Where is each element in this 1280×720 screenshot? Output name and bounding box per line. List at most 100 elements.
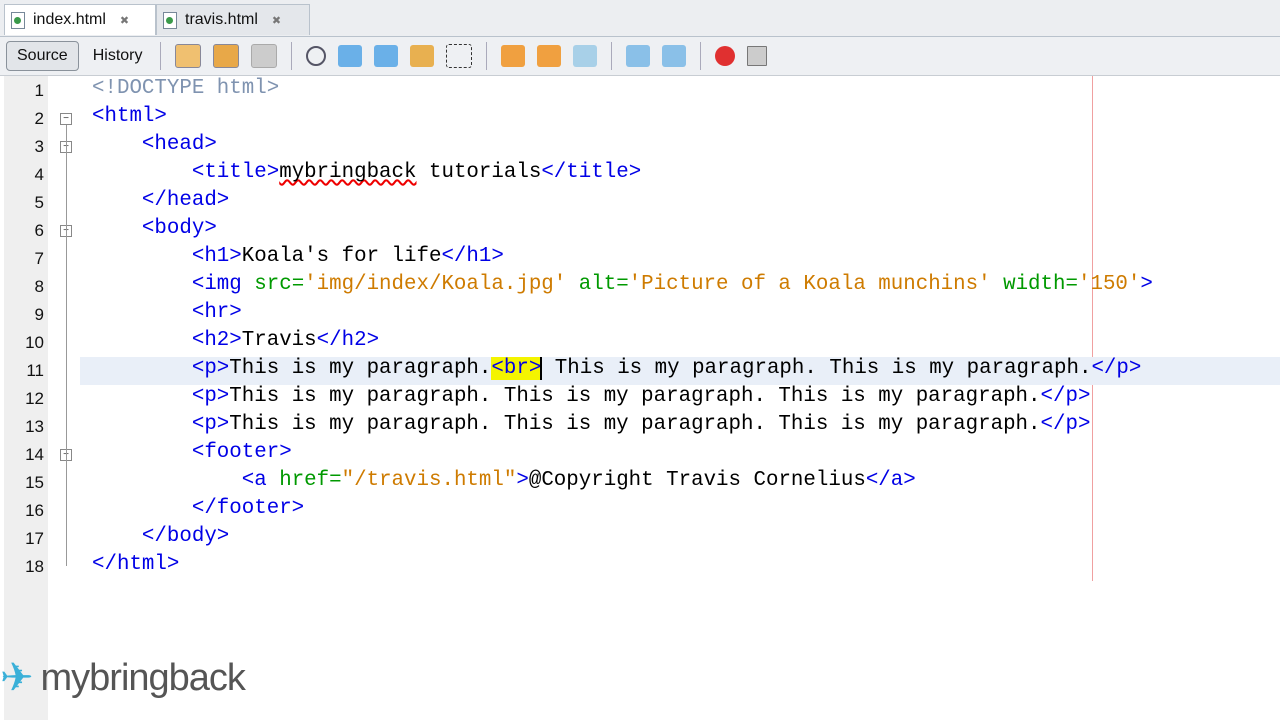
code-token: <h1> [191,245,242,268]
find-icon[interactable] [306,46,327,66]
mybringback-logo: ✈ mybringback [0,656,246,700]
forward-icon[interactable] [251,44,278,68]
tab-label: travis.html [185,11,258,28]
html-file-icon [163,11,177,29]
code-token: <img [191,273,255,296]
code-line[interactable]: <!DOCTYPE html> [80,77,1280,105]
code-line[interactable]: <body> [80,217,1280,245]
tab-travis-html[interactable]: travis.html ✖ [156,4,310,35]
code-token: </body> [141,525,230,548]
code-line[interactable]: </footer> [80,497,1280,525]
code-line[interactable]: </body> [80,525,1280,553]
code-line[interactable]: <html> [80,105,1280,133]
stop-macro-icon[interactable] [747,46,768,66]
code-line[interactable]: <a href="/travis.html">@Copyright Travis… [80,469,1280,497]
code-line[interactable]: <h2>Travis</h2> [80,329,1280,357]
code-line[interactable]: <head> [80,133,1280,161]
line-number: 14 [25,445,44,464]
code-token: '150' [1077,273,1141,296]
code-token: href= [279,469,342,492]
code-line[interactable]: <p>This is my paragraph. This is my para… [80,385,1280,413]
code-token: </p> [1040,413,1091,436]
history-button[interactable]: History [83,42,153,70]
last-edit-icon[interactable] [175,44,202,68]
bird-logo-icon: ✈ [0,656,34,700]
code-line[interactable]: </html> [80,553,1280,581]
html-file-icon [11,11,25,29]
code-token: width= [1003,273,1078,296]
code-token: <p> [191,385,230,408]
separator [291,42,293,70]
code-token: Travis [241,329,317,352]
line-number: 16 [25,501,44,520]
code-token: <html> [92,105,167,128]
code-line[interactable]: <h1>Koala's for life</h1> [80,245,1280,273]
line-number: 3 [34,137,44,156]
code-token: </h2> [316,329,380,352]
code-token: src= [254,273,305,296]
code-token: This is my paragraph. This is my paragra… [542,357,1092,380]
code-token: alt= [578,273,629,296]
record-macro-icon[interactable] [715,46,736,66]
line-number: 6 [34,221,44,240]
back-icon[interactable] [213,44,240,68]
rectangular-selection-icon[interactable] [446,44,473,68]
code-line[interactable]: <p>This is my paragraph. This is my para… [80,413,1280,441]
fold-toggle-icon[interactable]: − [60,113,72,125]
code-token: This is my paragraph. This is my paragra… [229,385,1041,408]
fold-guide [66,153,67,202]
previous-bookmark-icon[interactable] [501,45,526,67]
code-token: <a [241,469,280,492]
next-bookmark-icon[interactable] [537,45,562,67]
code-token: </head> [141,189,230,212]
code-token: <body> [141,217,217,240]
code-token: </html> [92,553,180,576]
line-number: 4 [34,165,44,184]
code-line[interactable]: <hr> [80,301,1280,329]
code-token: <title> [191,161,280,184]
code-token: @Copyright Travis Cornelius [528,469,866,492]
close-icon[interactable]: ✖ [120,14,129,27]
code-token: <p> [191,357,230,380]
line-number: 7 [34,249,44,268]
code-token: </h1> [441,245,504,268]
code-token: This is my paragraph. [229,357,492,380]
code-line[interactable]: <img src='img/index/Koala.jpg' alt='Pict… [80,273,1280,301]
find-next-icon[interactable] [374,45,399,67]
code-token: This is my paragraph. This is my paragra… [229,413,1041,436]
code-token: </a> [865,469,916,492]
toggle-highlight-icon[interactable] [410,45,435,67]
shift-right-icon[interactable] [662,45,687,67]
code-line[interactable]: <footer> [80,441,1280,469]
code-token: <p> [191,413,230,436]
line-number: 18 [25,557,44,576]
toggle-bookmark-icon[interactable] [573,45,598,67]
line-number: 1 [34,81,44,100]
source-button[interactable]: Source [6,41,79,71]
code-token: > [516,469,529,492]
find-previous-icon[interactable] [338,45,363,67]
close-icon[interactable]: ✖ [272,14,281,27]
separator [486,42,488,70]
code-token: mybringback [279,161,417,184]
line-number: 10 [25,333,44,352]
code-token: </p> [1040,385,1091,408]
line-number: 8 [34,277,44,296]
code-line[interactable]: </head> [80,189,1280,217]
tab-index-html[interactable]: index.html ✖ [4,4,156,35]
line-number: 12 [25,389,44,408]
shift-left-icon[interactable] [626,45,651,67]
code-token: tutorials [416,161,542,184]
code-token: <br> [491,357,542,380]
code-line[interactable]: <title>mybringback tutorials</title> [80,161,1280,189]
code-line[interactable]: <p>This is my paragraph.<br> This is my … [80,357,1280,385]
